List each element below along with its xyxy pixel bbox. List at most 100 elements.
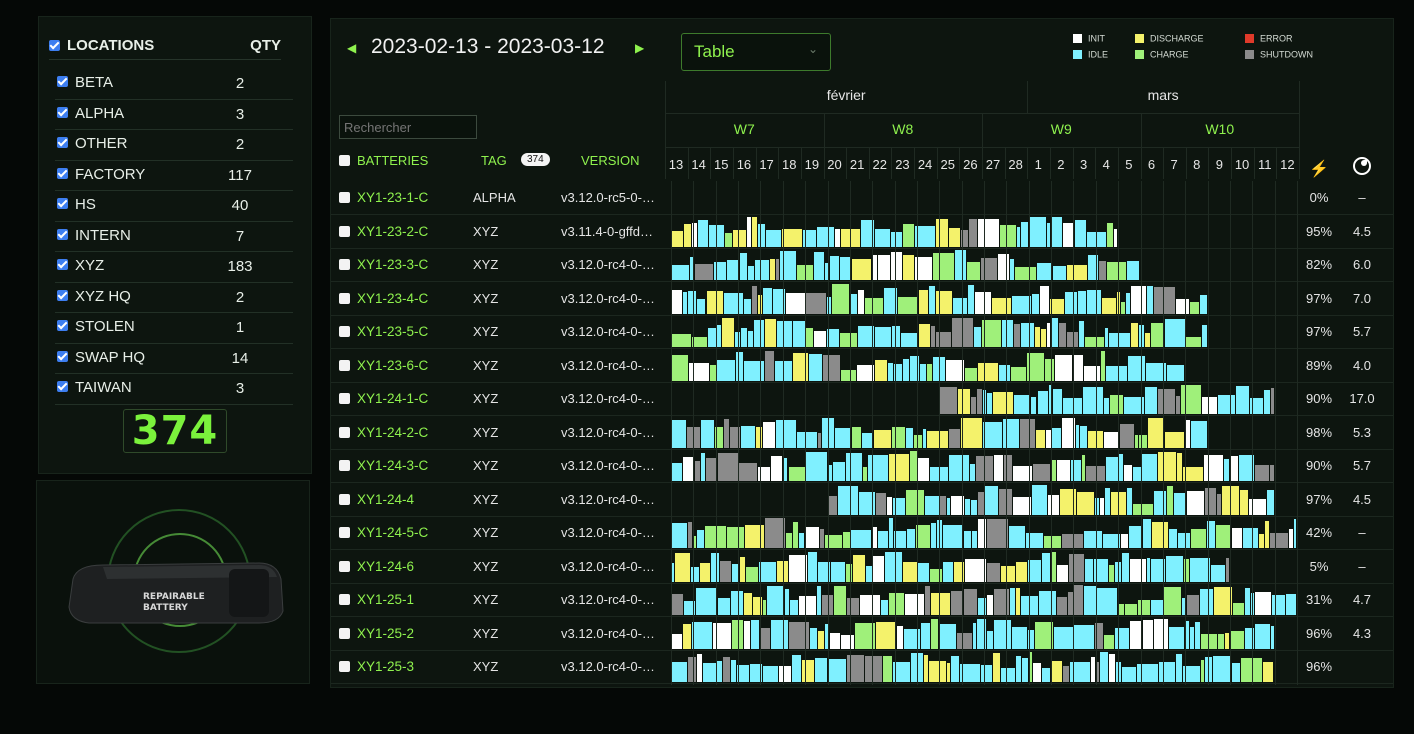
row-checkbox[interactable] <box>339 259 350 270</box>
tag-column-header[interactable]: TAG <box>481 153 507 168</box>
state-segment <box>1131 285 1147 314</box>
clock-icon[interactable] <box>1353 157 1371 175</box>
location-row[interactable]: XYZ HQ 2 <box>55 283 293 313</box>
view-mode-select[interactable]: Table ⌄ <box>681 33 831 71</box>
location-checkbox[interactable] <box>57 259 68 270</box>
battery-name-link[interactable]: XY1-23-4-C <box>357 291 428 306</box>
battery-name-link[interactable]: XY1-23-1-C <box>357 190 428 205</box>
location-row[interactable]: INTERN 7 <box>55 222 293 252</box>
battery-name-link[interactable]: XY1-24-4 <box>357 492 414 507</box>
location-checkbox[interactable] <box>57 289 68 301</box>
table-row[interactable]: XY1-24-2-C XYZ v3.12.0-rc4-0-… 98% 5.3 <box>331 416 1393 450</box>
location-row[interactable]: FACTORY 117 <box>55 161 293 191</box>
location-row[interactable]: HS 40 <box>55 191 293 222</box>
state-segment <box>721 317 735 347</box>
table-row[interactable]: XY1-25-2 XYZ v3.12.0-rc4-0-… 96% 4.3 <box>331 617 1393 651</box>
search-input[interactable] <box>339 115 477 139</box>
battery-name-link[interactable]: XY1-23-6-C <box>357 358 428 373</box>
battery-name-link[interactable]: XY1-23-3-C <box>357 257 428 272</box>
location-row[interactable]: BETA 2 <box>55 69 293 100</box>
table-row[interactable]: XY1-24-6 XYZ v3.12.0-rc4-0-… 5% – <box>331 550 1393 584</box>
row-checkbox[interactable] <box>339 661 350 672</box>
charge-percent: 0% <box>1309 190 1329 205</box>
battery-name-link[interactable]: XY1-23-5-C <box>357 324 428 339</box>
state-segment <box>1046 323 1050 347</box>
row-checkbox[interactable] <box>339 225 350 237</box>
prev-period-icon[interactable]: ◀ <box>347 41 356 55</box>
location-row[interactable]: TAIWAN 3 <box>55 374 293 405</box>
battery-name-link[interactable]: XY1-24-1-C <box>357 391 428 406</box>
next-period-icon[interactable]: ▶ <box>635 41 644 55</box>
state-segment <box>1042 667 1051 682</box>
location-checkbox[interactable] <box>57 76 68 87</box>
battery-name-link[interactable]: XY1-24-5-C <box>357 525 428 540</box>
battery-name-link[interactable]: XY1-24-3-C <box>357 458 428 473</box>
location-checkbox[interactable] <box>57 106 68 118</box>
table-row[interactable]: XY1-25-3 XYZ v3.12.0-rc4-0-… 96% <box>331 650 1393 684</box>
locations-select-all-checkbox[interactable] <box>49 40 60 51</box>
battery-name-link[interactable]: XY1-25-3 <box>357 659 414 674</box>
batteries-column-header[interactable]: BATTERIES <box>357 153 428 168</box>
table-row[interactable]: XY1-23-5-C XYZ v3.12.0-rc4-0-… 97% 5.7 <box>331 315 1393 349</box>
table-row[interactable]: XY1-23-6-C XYZ v3.12.0-rc4-0-… 89% 4.0 <box>331 349 1393 383</box>
row-checkbox[interactable] <box>339 627 350 639</box>
location-checkbox[interactable] <box>57 320 68 331</box>
table-row[interactable]: XY1-23-4-C XYZ v3.12.0-rc4-0-… 97% 7.0 <box>331 282 1393 316</box>
row-checkbox[interactable] <box>339 560 350 572</box>
select-all-batteries-checkbox[interactable] <box>339 155 350 166</box>
row-checkbox[interactable] <box>339 359 350 371</box>
bolt-icon[interactable]: ⚡ <box>1309 159 1329 179</box>
table-row[interactable]: XY1-24-1-C XYZ v3.12.0-rc4-0-… 90% 17.0 <box>331 382 1393 416</box>
location-checkbox[interactable] <box>57 137 68 148</box>
battery-name-link[interactable]: XY1-25-1 <box>357 592 414 607</box>
table-row[interactable]: XY1-24-4 XYZ v3.12.0-rc4-0-… 97% 4.5 <box>331 483 1393 517</box>
row-checkbox[interactable] <box>339 292 350 304</box>
state-segment <box>884 551 902 582</box>
table-row[interactable]: XY1-24-3-C XYZ v3.12.0-rc4-0-… 90% 5.7 <box>331 449 1393 483</box>
state-segment <box>1044 359 1055 381</box>
battery-name-link[interactable]: XY1-25-2 <box>357 626 414 641</box>
location-row[interactable]: SWAP HQ 14 <box>55 344 293 374</box>
state-segment <box>1176 452 1182 481</box>
row-checkbox[interactable] <box>339 326 350 337</box>
table-row[interactable]: XY1-23-2-C XYZ v3.11.4-0-gffd… 95% 4.5 <box>331 215 1393 249</box>
state-segment <box>1000 667 1015 682</box>
battery-name-link[interactable]: XY1-24-2-C <box>357 425 428 440</box>
row-checkbox[interactable] <box>339 460 350 471</box>
location-row[interactable]: OTHER 2 <box>55 130 293 161</box>
grid-line <box>1072 147 1074 179</box>
row-checkbox[interactable] <box>339 493 350 505</box>
state-segment <box>1215 524 1232 548</box>
row-checkbox[interactable] <box>339 426 350 438</box>
location-checkbox[interactable] <box>57 228 68 240</box>
table-row[interactable]: XY1-24-5-C XYZ v3.12.0-rc4-0-… 42% – <box>331 516 1393 550</box>
state-segment <box>763 421 775 448</box>
row-checkbox[interactable] <box>339 393 350 404</box>
state-segment <box>1266 490 1274 515</box>
location-row[interactable]: ALPHA 3 <box>55 100 293 130</box>
grid-line <box>782 181 784 685</box>
state-segment <box>1053 627 1073 649</box>
battery-version: v3.12.0-rc4-0-… <box>561 659 655 674</box>
location-checkbox[interactable] <box>57 167 68 179</box>
row-checkbox[interactable] <box>339 192 350 203</box>
state-segment <box>1032 484 1047 515</box>
state-segment <box>752 285 758 314</box>
state-segment <box>887 362 894 381</box>
state-segment <box>1176 299 1190 314</box>
table-row[interactable]: XY1-25-1 XYZ v3.12.0-rc4-0-… 31% 4.7 <box>331 583 1393 617</box>
grid-line <box>1229 181 1231 685</box>
location-row[interactable]: STOLEN 1 <box>55 313 293 344</box>
row-checkbox[interactable] <box>339 527 350 538</box>
row-checkbox[interactable] <box>339 594 350 605</box>
battery-name-link[interactable]: XY1-23-2-C <box>357 224 428 239</box>
version-column-header[interactable]: VERSION <box>581 153 640 168</box>
state-segment <box>1121 552 1129 582</box>
table-row[interactable]: XY1-23-3-C XYZ v3.12.0-rc4-0-… 82% 6.0 <box>331 248 1393 282</box>
battery-name-link[interactable]: XY1-24-6 <box>357 559 414 574</box>
location-checkbox[interactable] <box>57 198 68 209</box>
location-row[interactable]: XYZ 183 <box>55 252 293 283</box>
location-checkbox[interactable] <box>57 350 68 362</box>
table-row[interactable]: XY1-23-1-C ALPHA v3.12.0-rc5-0-… 0% – <box>331 181 1393 215</box>
location-checkbox[interactable] <box>57 381 68 392</box>
